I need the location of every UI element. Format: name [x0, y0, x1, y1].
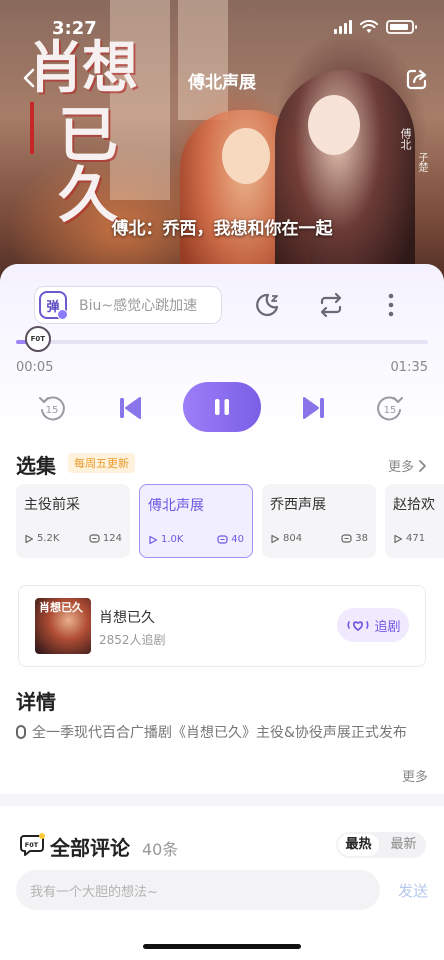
comment-count-icon [89, 533, 100, 543]
details-title: 详情 [16, 690, 56, 714]
comment-count-icon [217, 534, 228, 544]
character-face [308, 95, 360, 155]
play-count-icon [394, 534, 403, 543]
episode-list: 主役前采 5.2K 124 傅北声展 1.0K 40 乔西声展 804 38 赵… [16, 484, 444, 558]
drama-cover: 肖想已久 [35, 598, 91, 654]
play-count: 804 [283, 533, 303, 544]
episode-card-active[interactable]: 傅北声展 1.0K 40 [139, 484, 253, 558]
share-icon [406, 69, 427, 90]
next-icon[interactable] [298, 392, 330, 424]
update-badge: 每周五更新 [68, 453, 135, 473]
play-count-icon [149, 535, 158, 544]
episode-comments: 40 [217, 534, 244, 545]
comment-count: 38 [355, 533, 368, 544]
svg-text:F0T: F0T [25, 841, 39, 849]
episode-plays: 1.0K [148, 534, 183, 545]
pause-icon [215, 399, 229, 415]
episode-plays: 5.2K [24, 533, 59, 544]
episodes-title: 选集 [16, 454, 56, 478]
danmu-toggle-button[interactable]: 弹 [39, 291, 68, 320]
more-label: 更多 [387, 460, 414, 475]
artist-signature: 傅北 [399, 128, 412, 150]
drama-name: 肖想已久 [99, 610, 155, 626]
episode-plays: 471 [393, 533, 425, 544]
character-face [222, 128, 270, 184]
episode-card[interactable]: 赵拾欢 471 [385, 484, 444, 558]
episode-comments: 38 [341, 533, 368, 544]
details-body: 全一季现代百合广播剧《肖想已久》主役&协役声展正式发布 [32, 725, 407, 741]
sort-new-tab[interactable]: 最新 [383, 834, 424, 856]
danmu-placeholder: Biu~感觉心跳加速 [79, 298, 198, 314]
progress-knob[interactable]: F0T [24, 326, 51, 352]
lyric-subtitle: 傅北：乔西，我想和你在一起 [111, 219, 333, 239]
forward-label: 15 [384, 405, 397, 416]
duration-time: 01:35 [390, 360, 428, 375]
comments-header: F0T 全部评论 40条 最热 最新 [0, 806, 444, 866]
logo-accent [30, 102, 34, 154]
progress-bar[interactable]: F0T [16, 326, 428, 352]
page-title: 傅北声展 [188, 73, 256, 93]
rewind-15-icon[interactable]: 15 [36, 392, 68, 424]
details-text: 全一季现代百合广播剧《肖想已久》主役&协役声展正式发布 [16, 722, 426, 745]
episode-plays: 804 [270, 533, 302, 544]
status-bar: 3:27 [0, 0, 444, 54]
share-button[interactable] [404, 66, 430, 92]
cover-title-text: 肖想已久 [39, 601, 83, 614]
section-divider [0, 794, 444, 806]
play-count: 471 [406, 533, 426, 544]
nav-bar: 傅北声展 [0, 56, 444, 102]
follow-label: 追剧 [374, 619, 401, 635]
episode-name: 乔西声展 [270, 497, 326, 513]
episodes-more-link[interactable]: 更多 [388, 456, 428, 475]
comment-count-icon [341, 533, 352, 543]
episode-card[interactable]: 乔西声展 804 38 [262, 484, 376, 558]
logo-line-2: 已久 [58, 101, 118, 231]
play-count-icon [271, 534, 280, 543]
details-more-link[interactable]: 更多 [402, 766, 428, 785]
comment-icon: F0T [20, 833, 45, 856]
comments-count: 40条 [142, 840, 179, 859]
play-count: 1.0K [161, 534, 184, 545]
episode-comments: 124 [89, 533, 122, 544]
sort-hot-tab[interactable]: 最热 [338, 834, 379, 856]
rewind-label: 15 [46, 405, 59, 416]
current-time: 00:05 [16, 360, 54, 375]
danmu-input[interactable]: 弹 Biu~感觉心跳加速 [34, 286, 222, 324]
send-button[interactable]: 发送 [398, 880, 428, 901]
comment-input-placeholder: 我有一个大胆的想法~ [30, 885, 158, 900]
wifi-icon [360, 20, 378, 33]
comment-count: 124 [102, 533, 122, 544]
chevron-right-icon [419, 459, 426, 472]
episode-name: 赵拾欢 [393, 497, 435, 513]
more-options-icon[interactable] [376, 290, 406, 320]
episode-name: 主役前采 [24, 497, 80, 513]
status-icons [334, 20, 417, 34]
comment-input[interactable]: 我有一个大胆的想法~ [16, 870, 380, 910]
status-time: 3:27 [52, 18, 97, 39]
home-indicator [143, 944, 301, 949]
drama-followers: 2852人追剧 [99, 633, 166, 647]
artist-signature-2: 子楚 [416, 152, 427, 172]
playback-controls: 15 15 [0, 380, 444, 436]
comment-count: 40 [231, 534, 244, 545]
episode-card[interactable]: 主役前采 5.2K 124 [16, 484, 130, 558]
comment-sort-toggle: 最热 最新 [336, 832, 426, 858]
drama-card[interactable]: 肖想已久 肖想已久 2852人追剧 追剧 [18, 585, 426, 667]
sleep-timer-icon[interactable] [252, 290, 282, 320]
content-panel: 弹 Biu~感觉心跳加速 F0T 00:05 01:35 15 15 选集 每周… [0, 264, 444, 960]
previous-icon[interactable] [114, 392, 146, 424]
forward-15-icon[interactable]: 15 [374, 392, 406, 424]
play-count-icon [25, 534, 34, 543]
comments-title: 全部评论 [50, 836, 130, 860]
follow-drama-button[interactable]: 追剧 [337, 608, 409, 642]
signal-icon [334, 20, 352, 34]
heart-wave-icon [348, 621, 369, 631]
battery-icon [386, 20, 417, 34]
repeat-icon[interactable] [316, 290, 346, 320]
play-count: 5.2K [37, 533, 60, 544]
microphone-icon [16, 725, 26, 739]
pause-button[interactable] [183, 382, 261, 432]
episode-name: 傅北声展 [148, 498, 204, 514]
